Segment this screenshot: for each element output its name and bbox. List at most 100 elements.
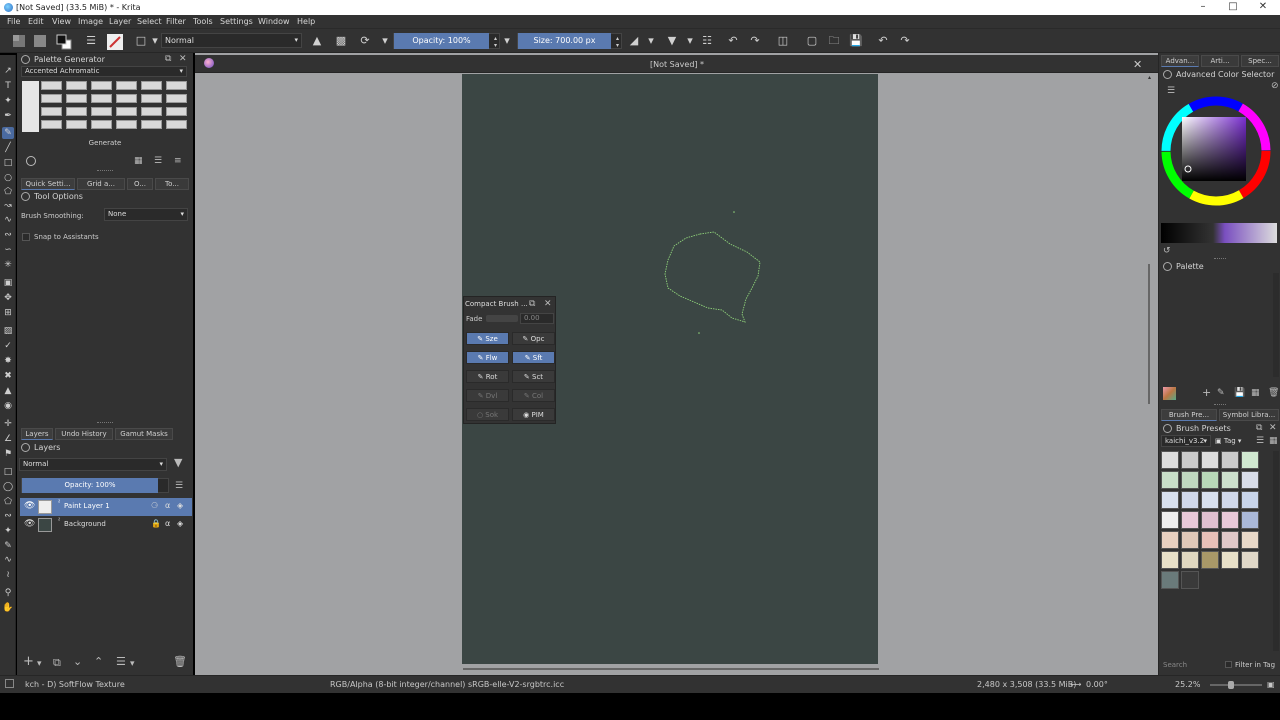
- eraser-icon[interactable]: ▲: [310, 34, 324, 48]
- options-icon[interactable]: ≡: [174, 156, 182, 166]
- bezier-tool-icon[interactable]: ∿: [2, 214, 14, 226]
- contiguous-select-icon[interactable]: ✦: [2, 525, 14, 537]
- freehand-select-icon[interactable]: ∾: [2, 510, 14, 522]
- filter-icon[interactable]: ▼: [174, 457, 182, 468]
- freehand-path-icon[interactable]: ∾: [2, 229, 14, 241]
- duplicate-layer-icon[interactable]: ⧉: [53, 657, 61, 668]
- float-docker-icon[interactable]: ⧉: [1256, 423, 1262, 433]
- spin-arrows-icon[interactable]: ▴ ▾: [616, 35, 619, 49]
- menu-edit[interactable]: Edit: [28, 17, 44, 26]
- transform-tool-icon[interactable]: ▣: [2, 277, 14, 289]
- pattern-icon[interactable]: [33, 34, 47, 48]
- docker-lock-icon[interactable]: [1163, 262, 1172, 271]
- zoom-slider-handle[interactable]: [1228, 681, 1234, 689]
- undo-icon[interactable]: ↶: [876, 34, 890, 48]
- size-toggle-button[interactable]: ✎ Sze: [466, 332, 509, 345]
- docker-lock-icon[interactable]: [21, 443, 30, 452]
- splitter-handle[interactable]: [1214, 404, 1226, 405]
- palette-swatch-grid[interactable]: [41, 81, 191, 133]
- menu-select[interactable]: Select: [137, 17, 162, 26]
- zoom-slider[interactable]: [1210, 681, 1262, 689]
- layer-opacity-slider[interactable]: Opacity: 100%: [21, 478, 169, 493]
- opacity-slider[interactable]: Opacity: 100% ▴ ▾: [393, 33, 500, 49]
- visibility-eye-icon[interactable]: 👁: [24, 501, 35, 511]
- docker-lock-icon[interactable]: [1163, 424, 1172, 433]
- splitter-handle[interactable]: [97, 422, 113, 424]
- opacity-toggle-button[interactable]: ✎ Opc: [512, 332, 555, 345]
- circle-shape-icon[interactable]: [26, 156, 36, 166]
- docker-lock-icon[interactable]: [21, 55, 30, 64]
- brush-settings-icon[interactable]: ☰: [84, 34, 98, 48]
- pan-tool-icon[interactable]: ✋: [2, 602, 14, 614]
- close-document-icon[interactable]: ✕: [1133, 58, 1142, 71]
- list-view-icon[interactable]: ☰: [154, 156, 162, 166]
- rotate-right-icon[interactable]: ↷: [748, 34, 762, 48]
- presets-scrollbar[interactable]: [1273, 451, 1279, 651]
- display-icon[interactable]: ▦: [1269, 436, 1278, 446]
- colorize-mask-icon[interactable]: ✸: [2, 355, 14, 367]
- move-layer-up-icon[interactable]: ⌃: [94, 656, 103, 667]
- sok-toggle-button[interactable]: ○ Sok: [466, 408, 509, 421]
- flow-toggle-button[interactable]: ✎ Flw: [466, 351, 509, 364]
- minimize-icon[interactable]: –: [1196, 1, 1210, 13]
- shade-selector[interactable]: [1161, 223, 1277, 243]
- grid-view-icon[interactable]: ▦: [134, 156, 143, 166]
- gradient-tool-icon[interactable]: ▨: [2, 325, 14, 337]
- rect-select-icon[interactable]: □: [2, 466, 14, 478]
- rotate-left-icon[interactable]: ↶: [726, 34, 740, 48]
- assistant-tool-icon[interactable]: ✛: [2, 418, 14, 430]
- size-slider[interactable]: Size: 700.00 px ▴ ▾: [517, 33, 622, 49]
- add-swatch-icon[interactable]: +: [1202, 387, 1211, 398]
- tab-advanced-color[interactable]: Advan...: [1161, 55, 1199, 67]
- gradient-icon[interactable]: [12, 34, 26, 48]
- splitter-handle[interactable]: [97, 170, 113, 172]
- alpha-lock-icon[interactable]: α: [165, 501, 170, 510]
- menu-window[interactable]: Window: [258, 17, 290, 26]
- edit-shapes-icon[interactable]: ✦: [2, 95, 14, 107]
- chevron-down-icon[interactable]: ▾: [148, 34, 162, 48]
- crop-tool-icon[interactable]: ⊞: [2, 307, 14, 319]
- layer-row[interactable]: 👁 ≀ Background 🔒 α ◈: [20, 516, 192, 534]
- delete-swatch-icon[interactable]: 🗑: [1268, 388, 1279, 398]
- chevron-down-icon[interactable]: ▾: [644, 34, 658, 48]
- darken-toggle-button[interactable]: ✎ Dvl: [466, 389, 509, 402]
- menu-view[interactable]: View: [52, 17, 71, 26]
- move-tool-icon[interactable]: ✥: [2, 292, 14, 304]
- ellipse-tool-icon[interactable]: ○: [2, 172, 14, 184]
- maximize-icon[interactable]: □: [1226, 1, 1240, 13]
- menu-file[interactable]: File: [7, 17, 20, 26]
- polygon-select-icon[interactable]: ⬠: [2, 496, 14, 508]
- tab-artistic-color[interactable]: Arti...: [1201, 55, 1239, 67]
- reference-tool-icon[interactable]: ⚑: [2, 448, 14, 460]
- tag-select[interactable]: kaichi_v3.2 ▾: [1161, 435, 1211, 447]
- float-docker-icon[interactable]: ⧉: [529, 299, 535, 309]
- canvas-only-icon[interactable]: ◫: [776, 34, 790, 48]
- mirror-horizontal-icon[interactable]: ◢: [627, 34, 641, 48]
- vertical-scrollbar[interactable]: ▴: [1145, 74, 1154, 664]
- tab-symbol-libraries[interactable]: Symbol Libra...: [1219, 409, 1279, 421]
- edit-swatch-icon[interactable]: ✎: [1217, 388, 1225, 398]
- redo-icon[interactable]: ↷: [898, 34, 912, 48]
- mirror-vertical-icon[interactable]: ▼: [665, 34, 679, 48]
- tab-layers[interactable]: Layers: [21, 428, 53, 440]
- palette-icon[interactable]: [1163, 387, 1176, 400]
- tab-overview[interactable]: O...: [127, 178, 153, 190]
- freehand-brush-icon[interactable]: ✎: [2, 127, 14, 139]
- color-toggle-button[interactable]: ✎ Col: [512, 389, 555, 402]
- tab-specific-color[interactable]: Spec...: [1241, 55, 1279, 67]
- chevron-down-icon[interactable]: ▾: [37, 659, 42, 669]
- chevron-down-icon[interactable]: ▾: [130, 659, 135, 669]
- select-shapes-icon[interactable]: ↗: [2, 65, 14, 77]
- multibrush-icon[interactable]: ✳: [2, 259, 14, 271]
- layer-blend-mode-select[interactable]: Normal ▾: [19, 458, 167, 471]
- lock-icon[interactable]: ⚆: [151, 501, 158, 510]
- brush-preview-icon[interactable]: [5, 679, 14, 688]
- color-wheel[interactable]: [1160, 95, 1272, 207]
- rotation-icon[interactable]: ⟷: [1070, 680, 1081, 689]
- blend-mode-select[interactable]: Normal ▾: [161, 33, 302, 48]
- fit-screen-icon[interactable]: ▣: [1267, 680, 1275, 689]
- horizontal-scrollbar[interactable]: [195, 664, 1145, 673]
- zoom-value[interactable]: 25.2%: [1175, 680, 1200, 689]
- spin-arrows-icon[interactable]: ▴ ▾: [494, 35, 497, 49]
- preserve-alpha-icon[interactable]: ▩: [334, 34, 348, 48]
